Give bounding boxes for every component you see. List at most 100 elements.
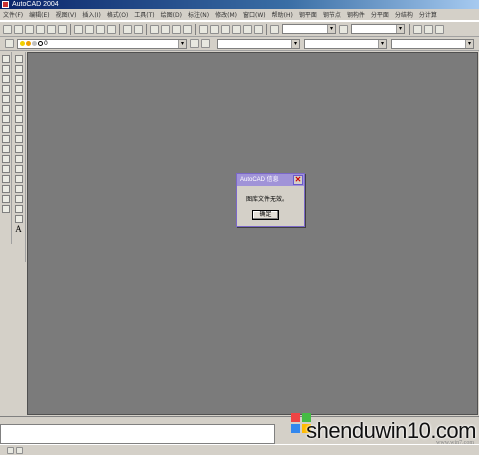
dim-style-combo[interactable]: ▾: [351, 24, 405, 34]
text-style-icon[interactable]: [270, 24, 279, 34]
array-icon[interactable]: [1, 95, 10, 103]
multiline-text-icon[interactable]: A: [15, 224, 22, 234]
markup-icon[interactable]: [243, 24, 252, 34]
undo-icon[interactable]: [123, 24, 132, 34]
menu-steel-node[interactable]: 钢节点: [320, 10, 344, 19]
layer-lock-icon[interactable]: [32, 41, 37, 46]
explode-icon[interactable]: [1, 205, 10, 213]
hatch-icon[interactable]: [14, 195, 23, 203]
copy-icon[interactable]: [85, 24, 94, 34]
chevron-down-icon[interactable]: ▾: [178, 39, 186, 48]
layer-manager-icon[interactable]: [5, 39, 14, 48]
layer-combo[interactable]: 0 ▾: [17, 38, 187, 49]
break-icon[interactable]: [1, 165, 10, 173]
revision-cloud-icon[interactable]: [14, 125, 23, 133]
help-icon[interactable]: [254, 24, 263, 34]
stretch-icon[interactable]: [1, 135, 10, 143]
construction-line-icon[interactable]: [14, 65, 23, 73]
menu-file[interactable]: 文件(F): [0, 10, 26, 19]
match-properties-icon[interactable]: [107, 24, 116, 34]
mirror-icon[interactable]: [1, 75, 10, 83]
rectangle-icon[interactable]: [14, 95, 23, 103]
extra-tool-icon-3[interactable]: [435, 24, 444, 34]
status-icon[interactable]: [7, 446, 14, 454]
circle-icon[interactable]: [14, 115, 23, 123]
make-object-layer-current-icon[interactable]: [190, 39, 199, 48]
polygon-icon[interactable]: [14, 85, 23, 93]
drawing-area[interactable]: [27, 52, 478, 415]
menu-sub-structure[interactable]: 分结构: [392, 10, 416, 19]
menu-modify[interactable]: 修改(M): [212, 10, 240, 19]
print-icon[interactable]: [36, 24, 45, 34]
ellipse-icon[interactable]: [14, 145, 23, 153]
chevron-down-icon[interactable]: ▾: [465, 39, 473, 48]
redo-icon[interactable]: [134, 24, 143, 34]
cut-icon[interactable]: [74, 24, 83, 34]
polyline-icon[interactable]: [14, 75, 23, 83]
menu-help[interactable]: 帮助(H): [269, 10, 296, 19]
ellipse-arc-icon[interactable]: [14, 155, 23, 163]
print-preview-icon[interactable]: [47, 24, 56, 34]
color-control-combo[interactable]: ▾: [217, 38, 300, 49]
menu-draw[interactable]: 绘图(D): [158, 10, 185, 19]
layer-on-icon[interactable]: [20, 41, 25, 46]
chevron-down-icon[interactable]: ▾: [327, 25, 335, 33]
zoom-window-icon[interactable]: [172, 24, 181, 34]
pan-icon[interactable]: [150, 24, 159, 34]
open-file-icon[interactable]: [14, 24, 23, 34]
menu-insert[interactable]: 插入(I): [79, 10, 103, 19]
chevron-down-icon[interactable]: ▾: [291, 39, 299, 48]
rotate-icon[interactable]: [1, 115, 10, 123]
layer-previous-icon[interactable]: [201, 39, 210, 48]
zoom-previous-icon[interactable]: [183, 24, 192, 34]
text-style-combo[interactable]: ▾: [282, 24, 336, 34]
scale-icon[interactable]: [1, 125, 10, 133]
move-icon[interactable]: [1, 105, 10, 113]
design-center-icon[interactable]: [210, 24, 219, 34]
extend-icon[interactable]: [1, 155, 10, 163]
chamfer-icon[interactable]: [1, 185, 10, 193]
copy-object-icon[interactable]: [1, 65, 10, 73]
command-line[interactable]: [0, 424, 275, 444]
extra-tool-icon[interactable]: [413, 24, 422, 34]
make-block-icon[interactable]: [14, 175, 23, 183]
tool-palettes-icon[interactable]: [221, 24, 230, 34]
menu-dimension[interactable]: 标注(N): [185, 10, 212, 19]
menu-tools[interactable]: 工具(T): [131, 10, 157, 19]
erase-icon[interactable]: [1, 55, 10, 63]
region-icon[interactable]: [14, 205, 23, 213]
spline-icon[interactable]: [14, 135, 23, 143]
dbconnect-icon[interactable]: [232, 24, 241, 34]
menu-steel-plane[interactable]: 钢平面: [296, 10, 320, 19]
ok-button[interactable]: 确定: [252, 210, 279, 220]
autocad-app-icon[interactable]: [2, 1, 9, 8]
save-icon[interactable]: [25, 24, 34, 34]
properties-icon[interactable]: [199, 24, 208, 34]
dim-style-icon[interactable]: [339, 24, 348, 34]
new-file-icon[interactable]: [3, 24, 12, 34]
publish-icon[interactable]: [58, 24, 67, 34]
status-icon-2[interactable]: [16, 446, 23, 454]
menu-sub-plane[interactable]: 分平面: [368, 10, 392, 19]
layer-freeze-icon[interactable]: [26, 41, 31, 46]
linetype-control-combo[interactable]: ▾: [304, 38, 387, 49]
menu-edit[interactable]: 编辑(E): [26, 10, 52, 19]
menu-steel-member[interactable]: 钢构件: [344, 10, 368, 19]
insert-block-icon[interactable]: [14, 165, 23, 173]
menu-format[interactable]: 格式(O): [104, 10, 131, 19]
menu-sub-calc[interactable]: 分计算: [416, 10, 440, 19]
fillet-icon[interactable]: [1, 195, 10, 203]
trim-icon[interactable]: [1, 145, 10, 153]
offset-icon[interactable]: [1, 85, 10, 93]
menu-view[interactable]: 视图(V): [53, 10, 80, 19]
extra-tool-icon-2[interactable]: [424, 24, 433, 34]
layer-color-icon[interactable]: [38, 41, 43, 46]
table-icon[interactable]: [14, 215, 23, 223]
arc-icon[interactable]: [14, 105, 23, 113]
paste-icon[interactable]: [96, 24, 105, 34]
line-icon[interactable]: [14, 55, 23, 63]
chevron-down-icon[interactable]: ▾: [378, 39, 386, 48]
zoom-realtime-icon[interactable]: [161, 24, 170, 34]
close-icon[interactable]: ✕: [293, 175, 303, 185]
chevron-down-icon[interactable]: ▾: [396, 25, 404, 33]
